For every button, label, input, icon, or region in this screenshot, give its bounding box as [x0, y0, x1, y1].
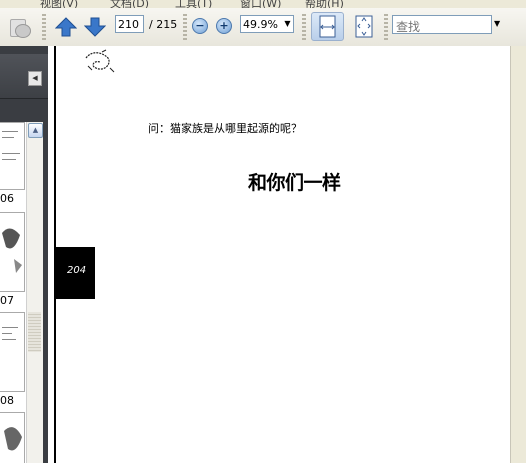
toolbar-grip[interactable] — [384, 14, 388, 40]
page-thumbnail[interactable] — [0, 212, 25, 292]
ink-smudge-image — [85, 49, 115, 73]
toolbar-grip[interactable] — [42, 14, 46, 40]
page-number-text: 204 — [67, 265, 87, 276]
menu-tools[interactable]: 工具(T) — [175, 0, 212, 8]
page-thumbnail[interactable] — [0, 122, 25, 190]
collapse-sidebar-button[interactable]: ◀ — [28, 71, 42, 86]
zoom-level-select[interactable]: 49.9% ▼ — [240, 15, 294, 33]
previous-page-button[interactable] — [54, 16, 78, 38]
page-number-input[interactable]: 210 — [115, 15, 144, 33]
thumbnail-image — [4, 427, 22, 451]
next-page-button[interactable] — [83, 16, 107, 38]
question-text: 问：猫家族是从哪里起源的呢？ — [148, 122, 302, 135]
fit-width-button[interactable] — [311, 12, 344, 41]
menu-document[interactable]: 文档(D) — [110, 0, 149, 8]
fit-page-icon — [355, 15, 373, 38]
thumbnail-image — [2, 228, 22, 273]
page-total-label: / 215 — [149, 18, 178, 31]
arrow-up-icon — [54, 17, 78, 37]
find-box[interactable] — [392, 15, 492, 36]
thumbnail-scrollbar[interactable]: ▲ — [26, 122, 43, 463]
zoom-in-button[interactable]: + — [216, 18, 232, 34]
arrow-down-icon — [83, 17, 107, 37]
plus-icon: + — [219, 19, 229, 32]
text-line — [2, 339, 16, 340]
toolbar-grip[interactable] — [183, 14, 187, 40]
menu-help[interactable]: 帮助(H) — [305, 0, 344, 8]
thumbnail-pane: 06 07 08 — [0, 122, 26, 463]
menu-window[interactable]: 窗口(W) — [240, 0, 281, 8]
scroll-up-button[interactable]: ▲ — [28, 123, 43, 138]
toolbar: 210 / 215 − + 49.9% ▼ ▼ — [0, 8, 526, 47]
thumbnail-label: 06 — [0, 192, 14, 205]
minus-icon: − — [195, 19, 205, 32]
document-page: 问：猫家族是从哪里起源的呢？ 和你们一样 — [54, 46, 511, 463]
zoom-level-value: 49.9% — [243, 18, 278, 31]
text-line — [2, 153, 20, 154]
headline-text: 和你们一样 — [248, 172, 341, 194]
find-input[interactable] — [393, 18, 491, 36]
fit-width-icon — [319, 15, 336, 38]
sidebar-header: ◀ — [0, 54, 48, 99]
page-number-badge: 204 — [55, 247, 95, 299]
document-scrollbar[interactable] — [510, 46, 526, 463]
text-line — [2, 327, 18, 328]
menu-view[interactable]: 视图(V) — [40, 0, 78, 8]
text-line — [2, 131, 18, 132]
text-line — [2, 333, 12, 334]
thumbnail-label: 08 — [0, 394, 14, 407]
zoom-out-button[interactable]: − — [192, 18, 208, 34]
chevron-down-icon: ▼ — [284, 19, 291, 28]
scroll-thumb[interactable] — [28, 312, 41, 352]
menu-bar: 视图(V) 文档(D) 工具(T) 窗口(W) 帮助(H) — [0, 0, 526, 8]
toolbar-grip[interactable] — [302, 14, 306, 40]
thumbnail-label: 07 — [0, 294, 14, 307]
print-button[interactable] — [4, 17, 32, 39]
fit-page-button[interactable] — [350, 12, 378, 41]
chevron-left-icon: ◀ — [32, 74, 38, 82]
chevron-up-icon: ▲ — [32, 126, 39, 134]
chevron-down-icon[interactable]: ▼ — [494, 19, 500, 28]
document-viewport[interactable]: 问：猫家族是从哪里起源的呢？ 和你们一样 — [48, 46, 526, 463]
disc-icon — [15, 24, 31, 38]
text-line — [2, 137, 14, 138]
page-thumbnail[interactable] — [0, 412, 25, 463]
page-thumbnail[interactable] — [0, 312, 25, 392]
text-line — [2, 159, 16, 160]
